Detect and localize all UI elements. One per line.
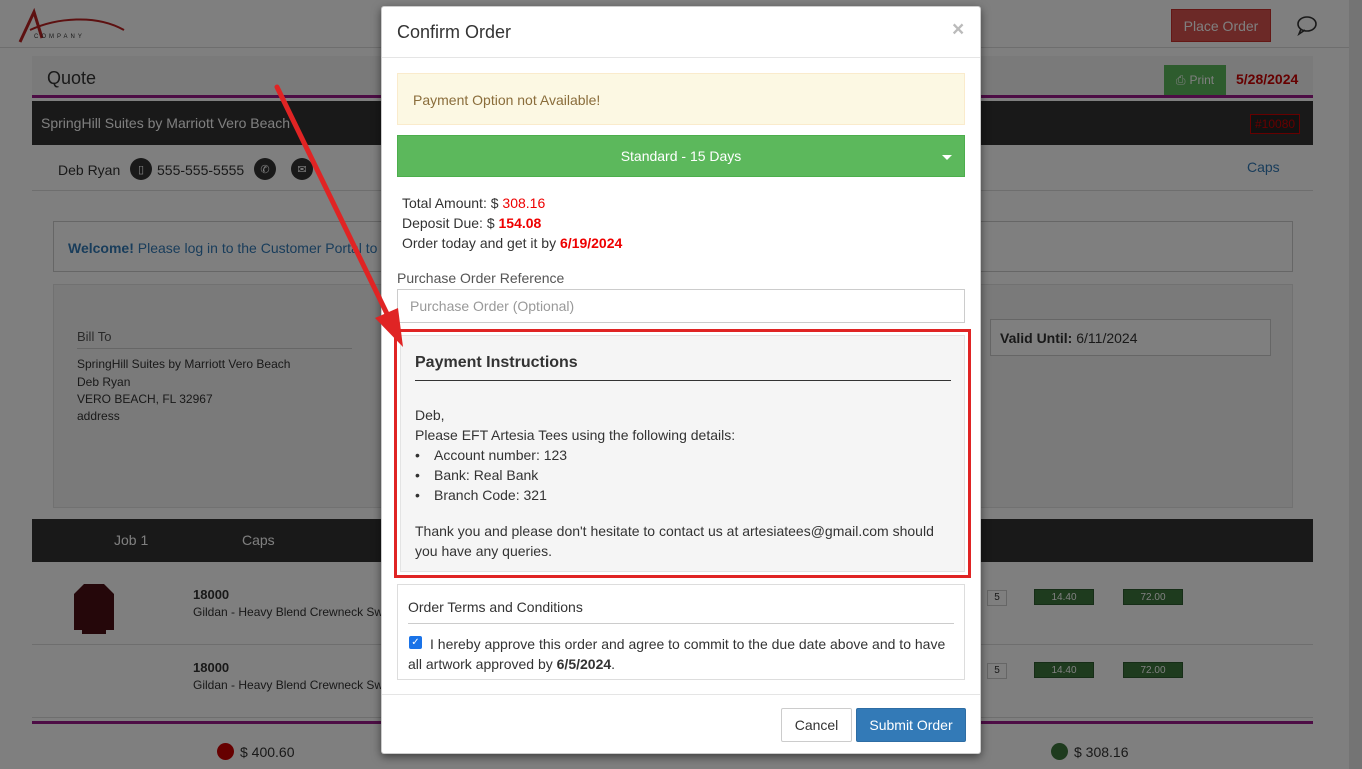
payment-instructions-highlight: Payment Instructions Deb, Please EFT Art…	[394, 329, 971, 578]
total-amount-label: Total Amount: $	[402, 195, 503, 211]
total-amount-value: 308.16	[502, 195, 546, 211]
modal-footer: Cancel Submit Order	[382, 694, 980, 754]
terms-date: 6/5/2024	[556, 656, 612, 672]
caret-down-icon	[942, 155, 952, 160]
modal-title: Confirm Order	[397, 22, 512, 42]
deposit-value: 154.08	[498, 215, 542, 231]
po-label: Purchase Order Reference	[397, 270, 565, 286]
terms-text-after: .	[611, 656, 616, 672]
delivery-date: 6/19/2024	[559, 235, 623, 251]
terms-text: I hereby approve this order and agree to…	[408, 634, 960, 674]
order-terms-title: Order Terms and Conditions	[408, 599, 954, 624]
deposit-label: Deposit Due: $	[402, 215, 499, 231]
close-icon[interactable]: ×	[952, 18, 964, 42]
purchase-order-input[interactable]	[397, 289, 965, 323]
order-terms-box: Order Terms and Conditions ✓ I hereby ap…	[397, 584, 965, 680]
submit-order-button[interactable]: Submit Order	[856, 708, 966, 742]
modal-header: Confirm Order ×	[382, 7, 980, 58]
payment-term-dropdown[interactable]: Standard - 15 Days	[397, 135, 965, 177]
cancel-button[interactable]: Cancel	[781, 708, 852, 742]
payment-detail-text: Bank: Real Bank	[434, 467, 539, 483]
payment-term-value: Standard - 15 Days	[620, 148, 742, 164]
payment-alert: Payment Option not Available!	[397, 73, 965, 125]
delivery-line: Order today and get it by 6/19/2024	[402, 235, 622, 251]
order-today-label: Order today and get it by	[402, 235, 560, 251]
payment-detail-text: Account number: 123	[434, 447, 568, 463]
total-amount-line: Total Amount: $ 308.16	[402, 195, 545, 211]
payment-greeting: Deb,	[415, 407, 445, 423]
payment-detail-text: Branch Code: 321	[434, 487, 547, 503]
payment-intro: Please EFT Artesia Tees using the follow…	[415, 427, 736, 443]
payment-instructions-title: Payment Instructions	[415, 354, 951, 381]
payment-thanks: Thank you and please don't hesitate to c…	[415, 523, 934, 559]
deposit-line: Deposit Due: $ 154.08	[402, 215, 541, 231]
terms-text-before: I hereby approve this order and agree to…	[408, 636, 946, 672]
payment-instructions-panel: Payment Instructions Deb, Please EFT Art…	[400, 335, 965, 572]
confirm-order-modal: Confirm Order × Payment Option not Avail…	[381, 6, 981, 754]
